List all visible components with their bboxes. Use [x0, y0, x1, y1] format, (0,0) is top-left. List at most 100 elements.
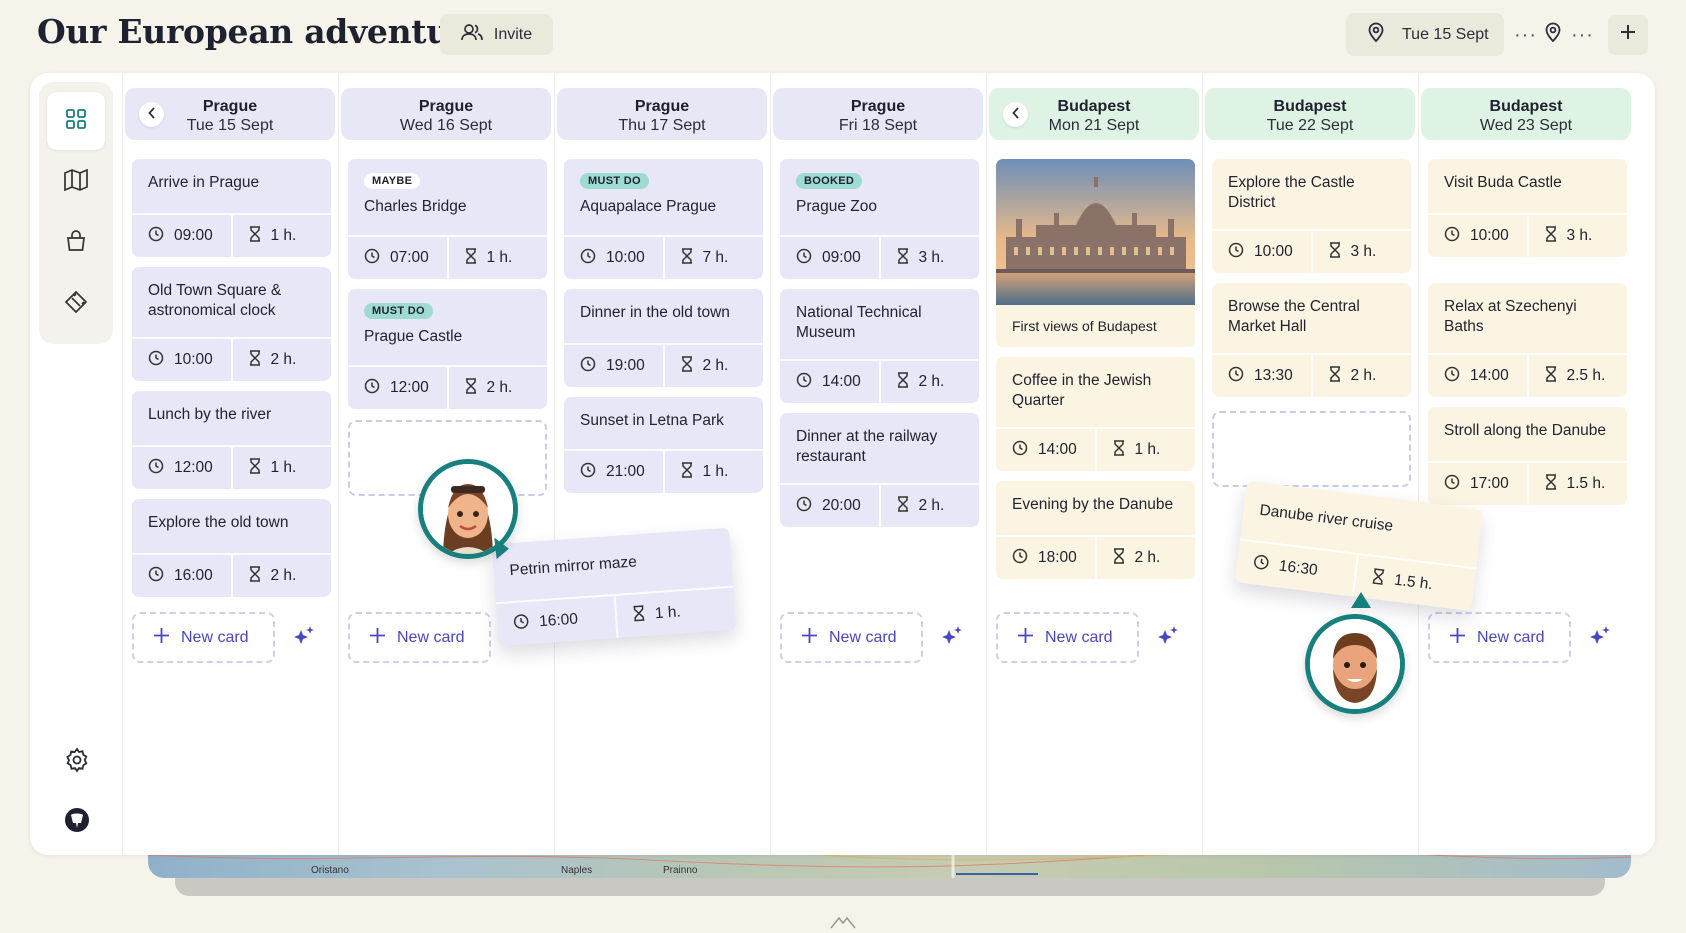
activity-card[interactable]: MUST DO Prague Castle 12:00 2 h.: [348, 289, 547, 409]
activity-card[interactable]: Coffee in the Jewish Quarter 14:00 1 h.: [996, 357, 1195, 471]
activity-card[interactable]: MUST DO Aquapalace Prague 10:00 7 h.: [564, 159, 763, 279]
card-time: 13:30: [1254, 367, 1293, 384]
activity-card[interactable]: Sunset in Letna Park 21:00 1 h.: [564, 397, 763, 493]
new-card-button[interactable]: New card: [1428, 612, 1571, 663]
settings-button[interactable]: [60, 745, 94, 779]
hourglass-icon: [681, 461, 693, 483]
more-icon[interactable]: ···: [1514, 25, 1537, 45]
sidebar-item-board[interactable]: [47, 92, 105, 150]
day-city: Prague: [850, 98, 906, 115]
chevron-left-icon: [1011, 105, 1020, 124]
new-card-label: New card: [397, 628, 465, 646]
invite-button[interactable]: Invite: [440, 14, 553, 55]
clock-icon: [364, 248, 380, 269]
card-title: Dinner in the old town: [580, 304, 730, 321]
collaborator-avatar[interactable]: [1305, 614, 1405, 714]
card-duration: 3 h.: [918, 249, 945, 266]
hourglass-icon: [1113, 439, 1125, 461]
card-duration: 1.5 h.: [1566, 475, 1606, 492]
clock-icon: [148, 350, 164, 371]
new-card-button[interactable]: New card: [348, 612, 491, 663]
card-duration: 1 h.: [654, 603, 682, 623]
day-header: Prague Tue 15 Sept: [125, 88, 335, 140]
activity-card[interactable]: Lunch by the river 12:00 1 h.: [132, 391, 331, 489]
activity-card[interactable]: MAYBE Charles Bridge 07:00 1 h.: [348, 159, 547, 279]
hourglass-icon: [681, 247, 693, 269]
card-duration: 2 h.: [1350, 367, 1377, 384]
activity-card[interactable]: Evening by the Danube 18:00 2 h.: [996, 481, 1195, 579]
card-footer: 19:00 2 h.: [564, 343, 763, 387]
new-card-button[interactable]: New card: [132, 612, 275, 663]
activity-card[interactable]: Explore the old town 16:00 2 h.: [132, 499, 331, 597]
activity-card[interactable]: Old Town Square & astronomical clock 10:…: [132, 267, 331, 381]
hourglass-icon: [465, 377, 477, 399]
ai-sparkle-icon[interactable]: [1155, 624, 1181, 650]
card-title: Visit Buda Castle: [1444, 174, 1562, 191]
grid-icon: [65, 108, 87, 135]
top-toolbar: Tue 15 Sept ··· ···: [1346, 13, 1653, 56]
page-title: Our European adventure: [37, 12, 488, 51]
new-card-button[interactable]: New card: [996, 612, 1139, 663]
activity-card[interactable]: BOOKED Prague Zoo 09:00 3 h.: [780, 159, 979, 279]
ticket-icon: [64, 290, 88, 319]
activity-card[interactable]: Arrive in Prague 09:00 1 h.: [132, 159, 331, 257]
location-pin-icon: [1368, 22, 1384, 47]
card-time: 10:00: [606, 249, 645, 266]
card-footer: 16:00 2 h.: [132, 553, 331, 597]
ai-sparkle-icon[interactable]: [939, 624, 965, 650]
chevron-left-icon: [147, 105, 156, 124]
add-button[interactable]: [1607, 14, 1648, 55]
sidebar-item-packing[interactable]: [47, 214, 105, 272]
activity-card[interactable]: National Technical Museum 14:00 2 h.: [780, 289, 979, 403]
activity-card[interactable]: Dinner at the railway restaurant 20:00 2…: [780, 413, 979, 527]
hourglass-icon: [465, 247, 477, 269]
day-column: Budapest Wed 23 Sept Visit Buda Castle 1…: [1418, 73, 1634, 855]
drop-placeholder[interactable]: [1212, 411, 1411, 487]
map-label: Naples: [561, 865, 593, 876]
card-duration: 2.5 h.: [1566, 367, 1606, 384]
activity-card[interactable]: Explore the Castle District 10:00 3 h.: [1212, 159, 1411, 273]
hourglass-icon: [897, 247, 909, 269]
day-date: Fri 18 Sept: [838, 117, 918, 134]
clock-icon: [1252, 553, 1270, 576]
clock-icon: [364, 378, 380, 399]
ai-sparkle-icon[interactable]: [291, 624, 317, 650]
card-duration: 1 h.: [270, 227, 297, 244]
card-time: 20:00: [822, 497, 861, 514]
photo-card[interactable]: First views of Budapest: [996, 159, 1195, 347]
hourglass-icon: [1545, 473, 1557, 495]
ai-sparkle-icon[interactable]: [1587, 624, 1613, 650]
location-pin-icon[interactable]: [1545, 22, 1561, 47]
day-date: Wed 23 Sept: [1479, 117, 1573, 134]
activity-card[interactable]: Browse the Central Market Hall 13:30 2 h…: [1212, 283, 1411, 397]
activity-card[interactable]: Dinner in the old town 19:00 2 h.: [564, 289, 763, 387]
activity-card[interactable]: Relax at Szechenyi Baths 14:00 2.5 h.: [1428, 283, 1627, 397]
clock-icon: [148, 458, 164, 479]
profile-button[interactable]: [60, 805, 94, 839]
itinerary-board: Prague Tue 15 Sept Arrive in Prague 09:0…: [30, 73, 1655, 855]
status-badge: MAYBE: [364, 173, 421, 189]
card-time: 19:00: [606, 357, 645, 374]
hourglass-icon: [632, 604, 645, 626]
more-icon[interactable]: ···: [1571, 25, 1594, 45]
location-date-selector[interactable]: Tue 15 Sept: [1346, 13, 1504, 56]
sidebar-item-tickets[interactable]: [47, 275, 105, 333]
sidebar-item-map[interactable]: [47, 153, 105, 211]
hourglass-icon: [1545, 365, 1557, 387]
map-drag-handle-icon[interactable]: [830, 915, 856, 933]
new-card-button[interactable]: New card: [780, 612, 923, 663]
previous-button[interactable]: [1003, 102, 1028, 127]
plus-icon: [1450, 627, 1465, 648]
dragging-card[interactable]: Petrin mirror maze 16:00 1 h.: [491, 527, 737, 647]
activity-card[interactable]: Visit Buda Castle 10:00 3 h.: [1428, 159, 1627, 257]
plus-icon: [802, 627, 817, 648]
clock-icon: [796, 372, 812, 393]
previous-button[interactable]: [139, 102, 164, 127]
card-footer: 17:00 1.5 h.: [1428, 461, 1627, 505]
invite-label: Invite: [493, 25, 533, 43]
card-duration: 1.5 h.: [1393, 571, 1434, 594]
card-footer: 09:00 3 h.: [780, 235, 979, 279]
card-duration: 2 h.: [486, 379, 513, 396]
card-footer: 10:00 7 h.: [564, 235, 763, 279]
activity-card[interactable]: Stroll along the Danube 17:00 1.5 h.: [1428, 407, 1627, 505]
